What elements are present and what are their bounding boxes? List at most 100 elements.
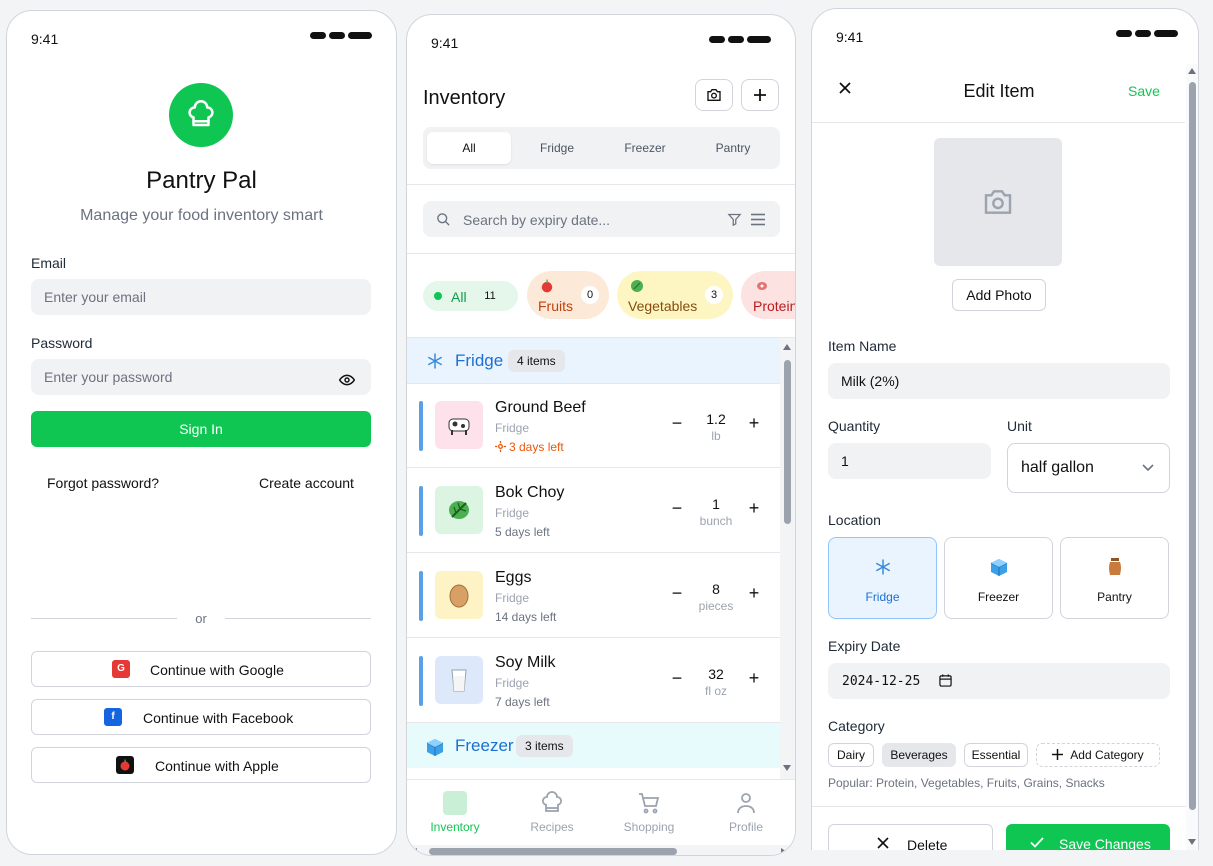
item-name: Ground Beef [495, 399, 586, 416]
decrement-button[interactable]: − [669, 499, 685, 517]
egg-icon [435, 571, 483, 619]
app-title: Pantry Pal [146, 167, 257, 194]
list-item[interactable]: Bok Choy Fridge 5 days left − 1 bunch + [407, 468, 780, 553]
list-item[interactable]: Soy Milk Fridge 7 days left − 32 fl oz + [407, 638, 780, 723]
photo-placeholder[interactable] [934, 138, 1062, 266]
decrement-button[interactable]: − [669, 669, 685, 687]
decrement-button[interactable]: − [669, 414, 685, 432]
section-title: Freezer [455, 736, 514, 755]
item-name-input[interactable]: Milk (2%) [828, 363, 1170, 399]
item-unit: pieces [698, 599, 734, 613]
item-count-badge: 3 items [516, 735, 573, 757]
delete-button[interactable]: Delete [828, 824, 993, 850]
scrollbar-thumb[interactable] [1189, 82, 1196, 810]
apple-signin-button[interactable]: Continue with Apple [31, 747, 371, 783]
item-expiry: 5 days left [495, 525, 550, 539]
item-unit: lb [711, 429, 721, 443]
forgot-password-link[interactable]: Forgot password? [47, 475, 159, 491]
section-header-freezer[interactable]: Freezer 3 items [407, 723, 780, 768]
nav-recipes[interactable]: Recipes [507, 790, 597, 834]
filter-chip-vegetables[interactable]: Vegetables 3 [617, 271, 733, 319]
scroll-left-arrow-icon[interactable] [411, 848, 417, 855]
ice-cube-icon [426, 739, 444, 756]
nav-profile[interactable]: Profile [701, 790, 791, 834]
filter-chip-label: Protein [753, 298, 796, 314]
location-option-pantry[interactable]: Pantry [1060, 537, 1169, 619]
chef-hat-icon [188, 100, 214, 127]
password-label: Password [31, 335, 93, 351]
tab-all[interactable]: All [427, 132, 511, 164]
create-account-link[interactable]: Create account [259, 475, 354, 491]
add-photo-button[interactable]: Add Photo [952, 279, 1046, 311]
tab-freezer[interactable]: Freezer [603, 132, 687, 164]
decrement-button[interactable]: − [669, 584, 685, 602]
filter-chip-label: All [451, 289, 467, 305]
inventory-icon [443, 791, 467, 815]
save-changes-button[interactable]: Save Changes [1006, 824, 1170, 850]
divider-right [225, 618, 371, 619]
filter-chip-protein[interactable]: Protein [741, 271, 796, 319]
category-chip-beverages[interactable]: Beverages [882, 743, 956, 767]
section-title: Fridge [455, 351, 504, 370]
delete-label: Delete [907, 837, 948, 850]
increment-button[interactable]: + [746, 499, 762, 517]
location-option-freezer[interactable]: Freezer [944, 537, 1053, 619]
milk-glass-icon [435, 656, 483, 704]
scroll-down-arrow-icon[interactable] [783, 765, 791, 771]
divider [812, 806, 1187, 807]
location-option-fridge[interactable]: Fridge [828, 537, 937, 619]
nav-shopping[interactable]: Shopping [604, 790, 694, 834]
increment-button[interactable]: + [746, 584, 762, 602]
increment-button[interactable]: + [746, 669, 762, 687]
item-expiry: 3 days left [495, 440, 564, 454]
add-category-button[interactable]: Add Category [1036, 743, 1160, 767]
scrollbar-thumb[interactable] [784, 360, 791, 524]
email-label: Email [31, 255, 67, 271]
dot-icon [434, 292, 442, 300]
category-label: Category [828, 718, 885, 734]
scrollbar-thumb[interactable] [429, 848, 677, 855]
nav-inventory[interactable]: Inventory [410, 790, 500, 834]
horizontal-scrollbar[interactable] [407, 845, 795, 855]
facebook-label: Continue with Facebook [143, 710, 294, 726]
status-time: 9:41 [31, 31, 59, 47]
eye-icon[interactable] [338, 373, 356, 389]
list-icon [751, 213, 765, 226]
unit-select[interactable]: half gallon [1007, 443, 1170, 493]
tab-pantry[interactable]: Pantry [691, 132, 775, 164]
section-header-fridge[interactable]: Fridge 4 items [407, 338, 780, 383]
apple-label: Continue with Apple [155, 758, 279, 774]
list-item[interactable]: Eggs Fridge 14 days left − 8 pieces + [407, 553, 780, 638]
increment-button[interactable]: + [746, 414, 762, 432]
camera-icon [984, 190, 1012, 214]
category-chip-essential[interactable]: Essential [964, 743, 1028, 767]
scroll-down-arrow-icon[interactable] [1188, 839, 1196, 845]
save-link[interactable]: Save [1128, 83, 1160, 99]
email-input[interactable]: Enter your email [31, 279, 371, 315]
scroll-up-arrow-icon[interactable] [1188, 68, 1196, 74]
quantity-label: Quantity [828, 418, 881, 434]
list-item[interactable]: Ground Beef Fridge 3 days left − 1.2 lb … [407, 383, 780, 468]
search-input[interactable]: Search by expiry date... [423, 201, 780, 237]
category-chip-dairy[interactable]: Dairy [828, 743, 874, 767]
app-tagline: Manage your food inventory smart [80, 207, 323, 224]
expiry-date-input[interactable]: 2024-12-25 [828, 663, 1170, 699]
scroll-up-arrow-icon[interactable] [783, 344, 791, 350]
plus-icon [754, 89, 766, 101]
item-location: Fridge [495, 591, 530, 605]
tab-fridge[interactable]: Fridge [515, 132, 599, 164]
chef-hat-logo [169, 83, 233, 147]
quantity-input[interactable]: 1 [828, 443, 991, 479]
scroll-right-arrow-icon[interactable] [781, 848, 787, 855]
add-item-button[interactable] [741, 79, 779, 111]
password-input[interactable]: Enter your password [31, 359, 371, 395]
filter-chip-fruits[interactable]: Fruits 0 [527, 271, 609, 319]
camera-button[interactable] [695, 79, 733, 111]
google-signin-button[interactable]: G Continue with Google [31, 651, 371, 687]
filter-chip-all[interactable]: All 11 [423, 281, 518, 311]
vertical-scrollbar[interactable] [1186, 64, 1198, 850]
facebook-signin-button[interactable]: f Continue with Facebook [31, 699, 371, 735]
sign-in-button[interactable]: Sign In [31, 411, 371, 447]
vertical-scrollbar[interactable] [780, 338, 795, 779]
inventory-screen: 9:41 Inventory All Fridge Freezer Pantry… [406, 14, 796, 856]
